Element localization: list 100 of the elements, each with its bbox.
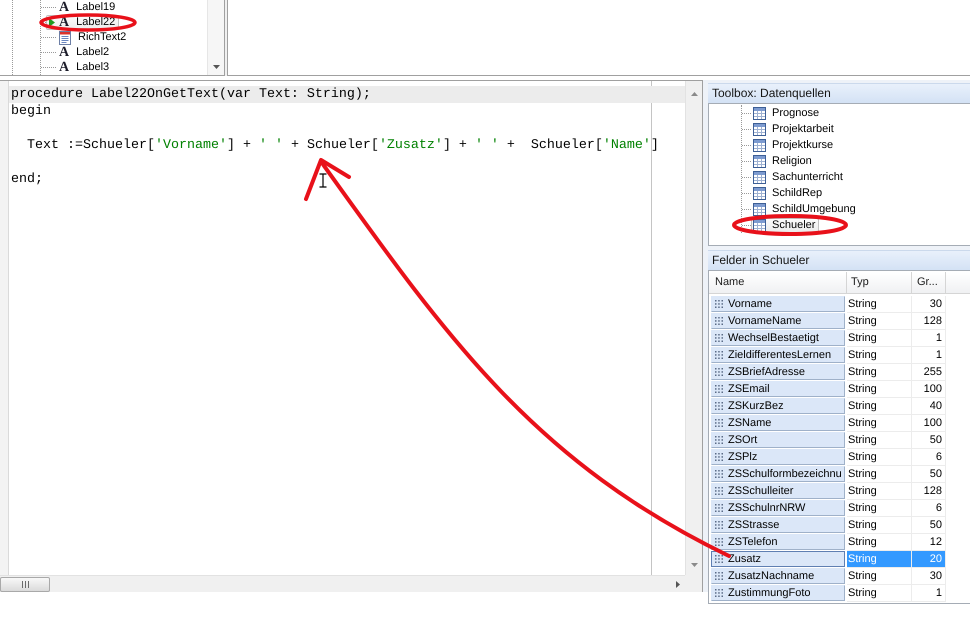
table-cell: String — [847, 466, 912, 483]
field-name-cell[interactable]: ZusatzNachname — [711, 568, 845, 584]
column-header[interactable]: Typ — [847, 272, 912, 293]
document-icon — [59, 30, 71, 44]
scroll-down-arrow-icon[interactable] — [690, 563, 698, 567]
table-cell: 20 — [912, 551, 946, 568]
text-cursor-icon — [318, 173, 328, 188]
table-cell: String — [847, 449, 912, 466]
table-cell: String — [847, 432, 912, 449]
dotted-grip-icon — [715, 453, 723, 461]
tree-item[interactable]: A Label2 — [56, 45, 114, 60]
table-icon — [753, 202, 766, 216]
dotted-grip-icon — [715, 368, 723, 376]
dotted-grip-icon — [715, 470, 723, 478]
dotted-grip-icon — [715, 538, 723, 546]
field-name-cell[interactable]: ZSOrt — [711, 432, 845, 448]
field-name-cell[interactable]: VornameName — [711, 313, 845, 329]
table-cell: 50 — [912, 517, 946, 534]
tree-item[interactable]: Religion — [751, 154, 816, 168]
tree-item[interactable]: A Label19 — [56, 0, 120, 15]
dotted-grip-icon — [715, 419, 723, 427]
table-cell: String — [847, 585, 912, 602]
field-name-cell[interactable]: ZSPlz — [711, 449, 845, 465]
table-icon — [753, 138, 766, 152]
tree-item[interactable]: Prognose — [751, 106, 824, 120]
field-name-cell[interactable]: ZSStrasse — [711, 517, 845, 533]
dotted-grip-icon — [715, 334, 723, 342]
panel-header: Toolbox: Datenquellen — [708, 83, 970, 103]
column-header[interactable]: Gr... — [912, 272, 946, 293]
table-cell: 1 — [912, 585, 946, 602]
table-cell: String — [847, 364, 912, 381]
code-line: end; — [11, 172, 43, 187]
table-icon — [753, 218, 766, 232]
dotted-grip-icon — [715, 351, 723, 359]
scroll-right-arrow-icon[interactable] — [676, 580, 680, 588]
table-icon — [753, 106, 766, 120]
table-cell: String — [847, 551, 912, 568]
field-name-cell[interactable]: ZieldifferentesLernen — [711, 347, 845, 363]
table-icon — [753, 122, 766, 136]
field-name-cell[interactable]: ZSSchulleiter — [711, 483, 845, 499]
table-cell: String — [847, 296, 912, 313]
table-cell: 50 — [912, 432, 946, 449]
column-header[interactable]: Name — [709, 272, 847, 293]
table-cell: 1 — [912, 347, 946, 364]
tree-item[interactable]: SchildRep — [751, 186, 826, 200]
code-editor[interactable]: procedure Label22OnGetText(var Text: String); begin Text :=Schueler['Vorname'] + ' ' + Schueler['Zusatz'] + ' ' + Schueler['Name'] end; — [0, 80, 703, 592]
scroll-up-arrow-icon[interactable] — [690, 92, 698, 96]
table-cell: String — [847, 398, 912, 415]
dotted-grip-icon — [715, 385, 723, 393]
dotted-grip-icon — [715, 402, 723, 410]
dotted-grip-icon — [715, 436, 723, 444]
field-name-cell[interactable]: Vorname — [711, 296, 845, 312]
table-icon — [753, 170, 766, 184]
table-cell: 50 — [912, 466, 946, 483]
tree-item[interactable]: Projektarbeit — [751, 122, 838, 136]
field-name-cell[interactable]: ZSEmail — [711, 381, 845, 397]
table-cell: String — [847, 483, 912, 500]
grip-icon — [22, 580, 28, 588]
letter-icon: A — [59, 61, 70, 74]
table-cell: String — [847, 347, 912, 364]
field-name-cell[interactable]: ZSSchulnrNRW — [711, 500, 845, 516]
table-cell: String — [847, 381, 912, 398]
dotted-grip-icon — [715, 572, 723, 580]
table-cell: String — [847, 568, 912, 585]
scrollbar-thumb[interactable] — [0, 576, 50, 592]
table-cell: 1 — [912, 330, 946, 347]
field-name-cell[interactable]: ZustimmungFoto — [711, 585, 845, 601]
tree-item[interactable]: Projektkurse — [751, 138, 838, 152]
dotted-grip-icon — [715, 521, 723, 529]
field-name-cell[interactable]: ZSBriefAdresse — [711, 364, 845, 380]
field-name-cell[interactable]: WechselBestaetigt — [711, 330, 845, 346]
dotted-grip-icon — [715, 555, 723, 563]
letter-icon: A — [59, 1, 70, 14]
dotted-grip-icon — [715, 487, 723, 495]
tree-item[interactable]: Sachunterricht — [751, 170, 847, 184]
field-name-cell[interactable]: ZSName — [711, 415, 845, 431]
table-cell: String — [847, 330, 912, 347]
table-cell: 30 — [912, 296, 946, 313]
scroll-down-arrow-icon[interactable] — [212, 65, 220, 69]
table-icon — [753, 186, 766, 200]
field-name-cell[interactable]: ZSSchulformbezeichnu — [711, 466, 845, 482]
table-cell: 128 — [912, 483, 946, 500]
table-cell: String — [847, 313, 912, 330]
dotted-grip-icon — [715, 300, 723, 308]
table-cell: 40 — [912, 398, 946, 415]
tree-item[interactable]: RichText2 — [56, 30, 130, 45]
field-name-cell[interactable]: ZSKurzBez — [711, 398, 845, 414]
code-line: begin — [11, 104, 51, 119]
tree-item[interactable]: SchildUmgebung — [751, 202, 860, 216]
field-name-cell[interactable]: Zusatz — [711, 551, 845, 567]
vertical-scrollbar[interactable] — [207, 0, 224, 75]
table-cell: String — [847, 415, 912, 432]
tree-item[interactable]: A Label3 — [56, 60, 114, 75]
table-cell: 128 — [912, 313, 946, 330]
horizontal-scrollbar[interactable] — [0, 575, 685, 592]
field-name-cell[interactable]: ZSTelefon — [711, 534, 845, 550]
letter-icon: A — [59, 46, 70, 59]
code-line: procedure Label22OnGetText(var Text: String); — [11, 87, 371, 102]
table-cell: 100 — [912, 415, 946, 432]
table-icon — [753, 154, 766, 168]
